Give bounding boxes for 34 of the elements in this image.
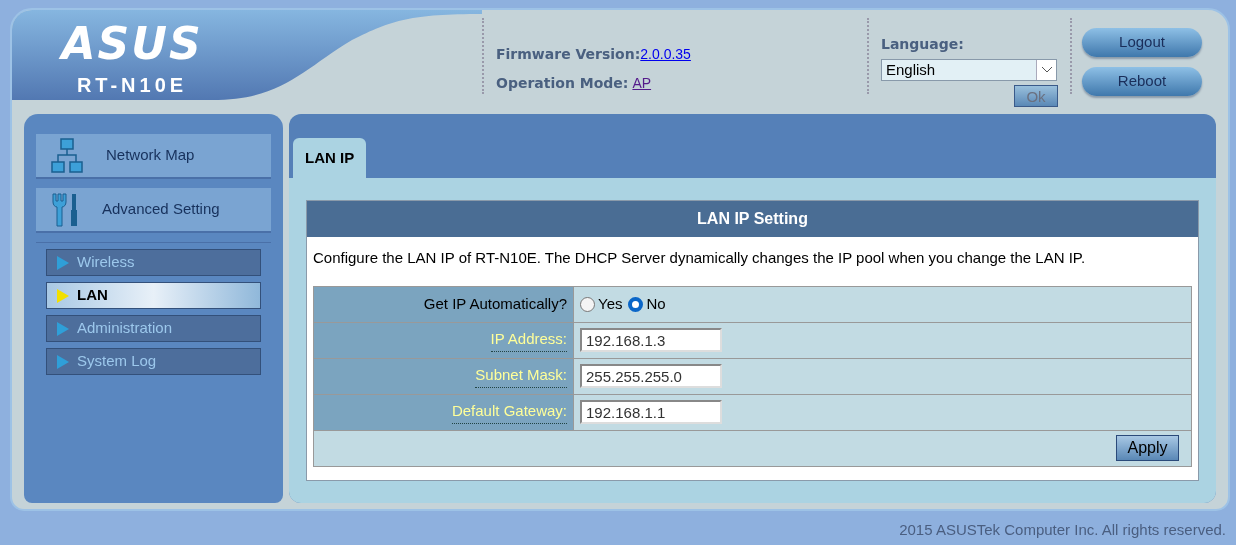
tab[interactable]: LAN IP <box>293 138 367 178</box>
language-label: Language: <box>881 35 965 54</box>
text-input[interactable]: 255.255.255.0 <box>580 364 722 388</box>
field-label: Get IP Automatically? <box>423 293 567 314</box>
header-button[interactable]: Reboot <box>1082 67 1202 96</box>
header-button[interactable]: Logout <box>1082 28 1202 57</box>
field-label: IP Address: <box>490 328 567 352</box>
submenu-item[interactable]: LAN <box>46 282 261 309</box>
radio-option[interactable]: No <box>628 292 666 316</box>
text-input[interactable]: 192.168.1.3 <box>580 328 722 352</box>
sidebar-menu-item[interactable]: Advanced Setting <box>36 188 271 233</box>
firmware-label: Firmware Version: <box>496 45 641 64</box>
language-select[interactable]: English <box>881 59 1057 81</box>
description: Configure the LAN IP of RT-N10E. The DHCP Server dynamically changes the IP pool when you change the LAN IP. <box>312 248 1087 268</box>
triangle-icon <box>57 288 69 303</box>
model-name: RT-N10E <box>76 73 188 98</box>
tools-icon <box>50 191 80 228</box>
mode-label: Operation Mode: <box>496 74 629 93</box>
logo: ASUS <box>61 22 203 66</box>
text-input[interactable]: 192.168.1.1 <box>580 400 722 424</box>
triangle-icon <box>57 354 69 369</box>
copyright: 2015 ASUSTek Computer Inc. All rights reserved. <box>899 520 1226 540</box>
panel-title: LAN IP Setting <box>307 201 1198 237</box>
sidebar-menu-item[interactable]: Network Map <box>36 134 271 179</box>
triangle-icon <box>57 321 69 336</box>
triangle-icon <box>57 255 69 270</box>
radio-option[interactable]: Yes <box>580 292 623 316</box>
network-icon <box>50 137 84 174</box>
firmware-link[interactable]: 2.0.0.35 <box>640 44 691 65</box>
chevron-icon <box>1036 60 1056 80</box>
apply-button[interactable]: Apply <box>1116 435 1179 461</box>
field-label: Default Gateway: <box>451 400 567 424</box>
field-label: Subnet Mask: <box>475 364 567 388</box>
mode-link[interactable]: AP <box>632 73 652 94</box>
